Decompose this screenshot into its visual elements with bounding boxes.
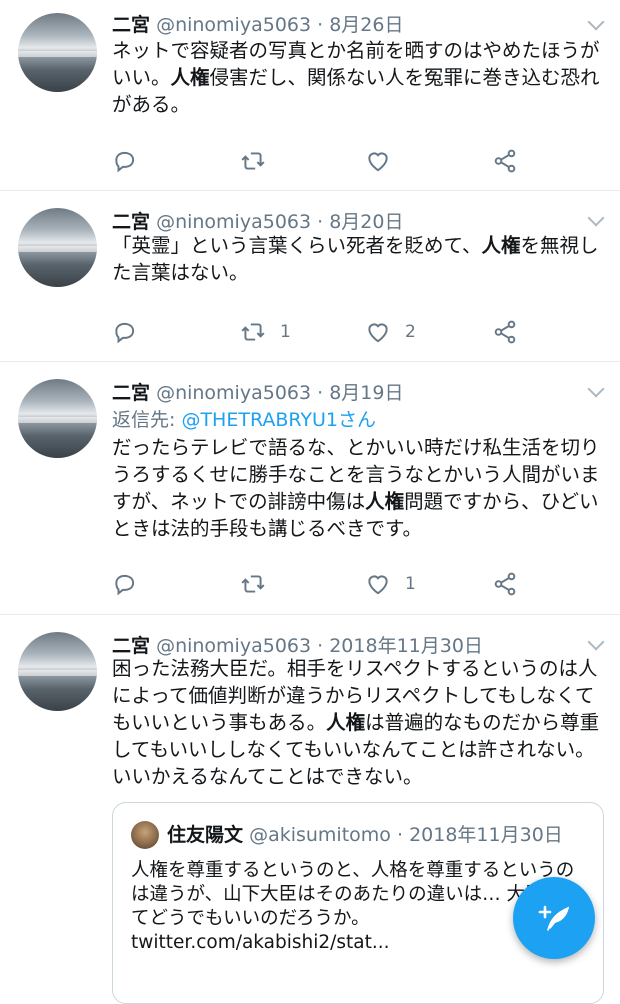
tweet-actions: 1 [112,569,522,599]
tweet-header: 二宮 @ninomiya5063 · 8月19日 [112,378,403,405]
share-icon [494,149,516,173]
retweet-button[interactable] [240,569,280,599]
compose-tweet-icon [538,905,570,931]
retweet-count: 1 [280,322,291,342]
retweet-icon [241,575,265,593]
tweet-1[interactable]: 二宮 @ninomiya5063 · 8月26日 ネットで容疑者の写真とか名前を… [0,0,620,191]
author-handle[interactable]: @ninomiya5063 [156,382,311,404]
reply-prefix: 返信先: [112,409,176,431]
separator: · [396,824,404,846]
separator: · [317,14,324,36]
tweet-text: ネットで容疑者の写真とか名前を晒すのはやめたほうがいい。人権侵害だし、関係ない人… [112,37,606,118]
tweet-header: 二宮 @ninomiya5063 · 8月26日 [112,10,403,37]
heart-icon [368,152,388,172]
heart-icon [368,575,388,595]
like-count: 1 [405,574,416,594]
chevron-down-icon[interactable] [587,13,605,31]
reply-context: 返信先: @THETRABRYU1さん [112,405,376,432]
tweet-date[interactable]: 2018年11月30日 [329,635,483,657]
tweet-date[interactable]: 8月19日 [329,382,403,404]
reply-button[interactable] [112,146,138,176]
avatar[interactable] [18,13,97,92]
author-handle[interactable]: @akisumitomo [249,824,391,846]
share-button[interactable] [492,569,518,599]
separator: · [317,635,324,657]
author-handle[interactable]: @ninomiya5063 [156,211,311,233]
tweet-text: 困った法務大臣だ。相手をリスペクトするというのは人によって価値判断が違うからリス… [112,655,606,790]
author-name[interactable]: 二宮 [112,635,150,657]
like-button[interactable]: 1 [365,569,416,599]
tweet-date[interactable]: 2018年11月30日 [409,824,563,846]
separator: · [317,382,324,404]
like-button[interactable]: 2 [365,317,416,347]
tweet-date[interactable]: 8月20日 [329,211,403,233]
chevron-down-icon[interactable] [587,380,605,398]
reply-button[interactable] [112,317,138,347]
like-button[interactable] [365,146,405,176]
reply-icon [115,322,135,344]
highlight: 人権 [481,234,521,257]
chevron-down-icon[interactable] [587,633,605,651]
separator: · [317,211,324,233]
chevron-down-icon[interactable] [587,209,605,227]
tweet-2[interactable]: 二宮 @ninomiya5063 · 8月20日 「英霊」という言葉くらい死者を… [0,191,620,362]
author-handle[interactable]: @ninomiya5063 [156,14,311,36]
text-part: 「英霊」という言葉くらい死者を貶めて、 [112,234,482,257]
tweet-3[interactable]: 二宮 @ninomiya5063 · 8月19日 返信先: @THETRABRY… [0,362,620,615]
avatar[interactable] [131,821,159,849]
like-count: 2 [405,322,416,342]
reply-to-link[interactable]: @THETRABRYU1さん [181,409,376,431]
highlight: 人権 [326,711,366,734]
share-icon [494,320,516,344]
tweet-actions: 1 2 [112,317,522,347]
author-name[interactable]: 二宮 [112,382,150,404]
highlight: 人権 [170,66,210,89]
avatar[interactable] [18,379,97,458]
retweet-icon [241,152,265,170]
avatar[interactable] [18,208,97,287]
tweet-date[interactable]: 8月26日 [329,14,403,36]
share-icon [494,572,516,596]
tweet-header: 二宮 @ninomiya5063 · 2018年11月30日 [112,631,483,658]
share-button[interactable] [492,317,518,347]
retweet-button[interactable]: 1 [240,317,291,347]
reply-button[interactable] [112,569,138,599]
author-name[interactable]: 住友陽文 [167,824,243,846]
quoted-tweet-header: 住友陽文 @akisumitomo · 2018年11月30日 [167,820,563,847]
compose-tweet-button[interactable] [513,877,595,959]
retweet-button[interactable] [240,146,280,176]
tweet-text: だったらテレビで語るな、とかいい時だけ私生活を切りうろするくせに勝手なことを言う… [112,434,606,542]
author-name[interactable]: 二宮 [112,211,150,233]
reply-icon [115,151,135,173]
heart-icon [368,323,388,343]
author-handle[interactable]: @ninomiya5063 [156,635,311,657]
avatar[interactable] [18,632,97,711]
author-name[interactable]: 二宮 [112,14,150,36]
retweet-icon [241,323,265,341]
tweet-header: 二宮 @ninomiya5063 · 8月20日 [112,207,403,234]
tweet-text: 「英霊」という言葉くらい死者を貶めて、人権を無視した言葉はない。 [112,232,606,286]
reply-icon [115,574,135,596]
highlight: 人権 [365,490,405,513]
tweet-actions [112,146,522,176]
share-button[interactable] [492,146,518,176]
